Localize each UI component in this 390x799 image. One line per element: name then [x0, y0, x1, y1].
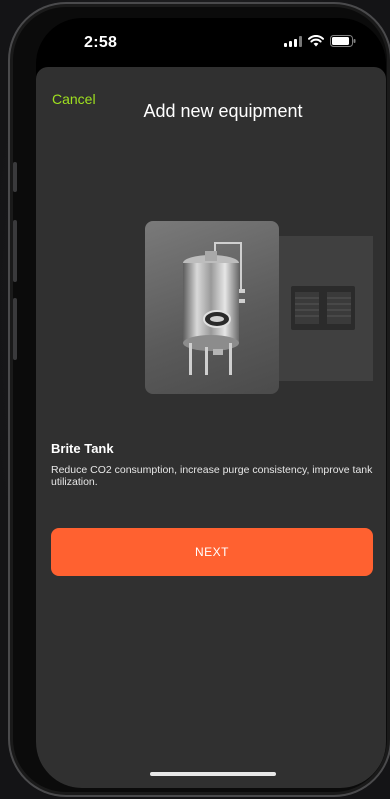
phone-frame: 2:58 Cancel Add new equipment Brite Tank… [8, 2, 390, 797]
equipment-carousel[interactable] [36, 221, 386, 396]
device-stage: 2:58 Cancel Add new equipment Brite Tank… [0, 0, 390, 799]
brite-tank-image [183, 242, 245, 375]
page-title: Add new equipment [143, 101, 303, 121]
home-indicator[interactable] [150, 772, 276, 776]
carousel-card-brite-tank[interactable] [145, 221, 279, 394]
status-icons [284, 35, 356, 47]
status-bar: 2:58 [36, 18, 386, 70]
status-time: 2:58 [84, 34, 118, 51]
phone-screen: 2:58 Cancel Add new equipment Brite Tank… [36, 18, 386, 788]
volume-up-button [13, 220, 17, 282]
volume-down-button [13, 298, 17, 360]
mute-switch [13, 162, 17, 192]
signal-icon [284, 35, 302, 47]
carousel-card-next[interactable] [279, 236, 373, 381]
battery-icon [330, 35, 356, 47]
equipment-description: Reduce CO2 consumption, increase purge c… [51, 464, 373, 488]
generator-unit-image [291, 286, 355, 330]
modal-sheet: Cancel Add new equipment Brite Tank Redu… [36, 67, 386, 788]
next-button[interactable]: NEXT [51, 528, 373, 576]
equipment-name: Brite Tank [51, 441, 114, 456]
wifi-icon [308, 35, 324, 47]
